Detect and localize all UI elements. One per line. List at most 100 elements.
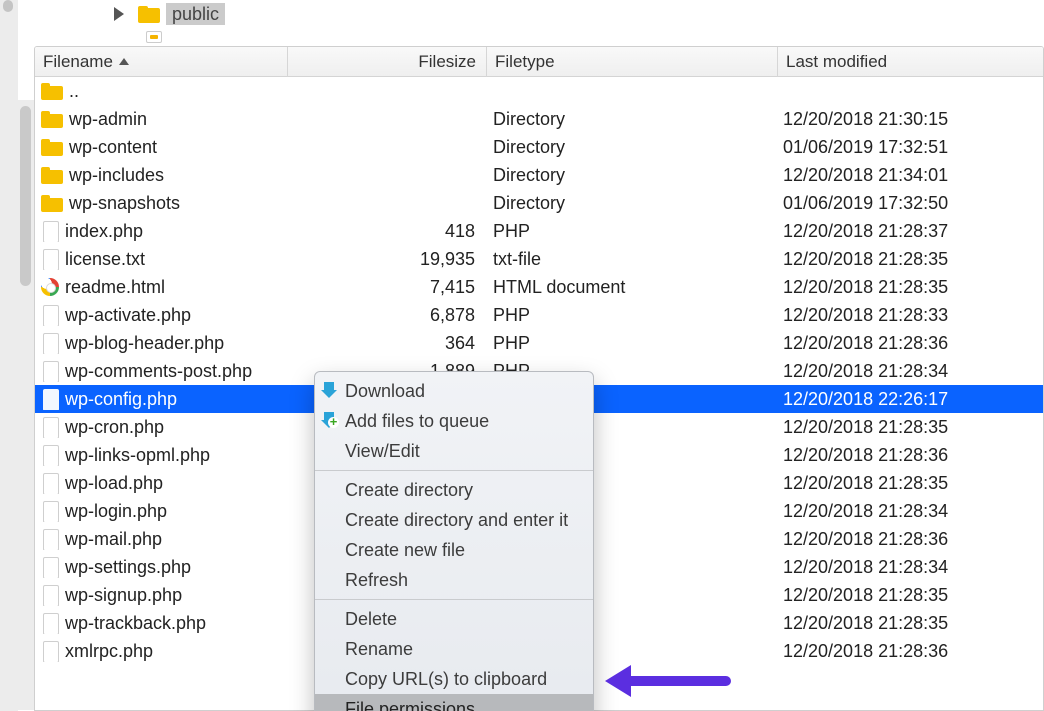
cell-filename: wp-mail.php bbox=[35, 528, 287, 550]
filename-text: wp-comments-post.php bbox=[65, 361, 252, 382]
cell-filesize: 364 bbox=[287, 333, 485, 354]
column-header-filetype[interactable]: Filetype bbox=[487, 52, 777, 72]
menu-item[interactable]: Download bbox=[315, 376, 593, 406]
cell-lastmodified: 12/20/2018 21:28:35 bbox=[775, 249, 1043, 270]
folder-icon bbox=[41, 111, 63, 128]
filename-text: wp-content bbox=[69, 137, 157, 158]
cell-filename: wp-blog-header.php bbox=[35, 332, 287, 354]
filename-text: wp-settings.php bbox=[65, 557, 191, 578]
column-label: Filename bbox=[43, 52, 113, 72]
scrollbar-thumb[interactable] bbox=[20, 106, 31, 286]
scrollbar-inner[interactable] bbox=[18, 100, 34, 710]
file-icon bbox=[41, 220, 59, 242]
cell-filename: wp-activate.php bbox=[35, 304, 287, 326]
menu-item[interactable]: Create directory bbox=[315, 475, 593, 505]
menu-group: Download Add files to queue View/Edit bbox=[315, 372, 593, 470]
menu-item-label: Delete bbox=[345, 609, 397, 629]
tree-node-public[interactable]: public bbox=[114, 2, 225, 26]
download-icon bbox=[321, 382, 337, 398]
table-row[interactable]: index.php418PHP12/20/2018 21:28:37 bbox=[35, 217, 1043, 245]
arrow-head-icon bbox=[605, 665, 631, 697]
cell-filetype: txt-file bbox=[485, 249, 775, 270]
column-header-filename[interactable]: Filename bbox=[35, 52, 287, 72]
cell-filename: wp-admin bbox=[35, 109, 287, 130]
cell-lastmodified: 12/20/2018 21:28:35 bbox=[775, 585, 1043, 606]
cell-filename: wp-config.php bbox=[35, 388, 287, 410]
filename-text: xmlrpc.php bbox=[65, 641, 153, 662]
table-row[interactable]: wp-includes Directory12/20/2018 21:34:01 bbox=[35, 161, 1043, 189]
filename-text: wp-snapshots bbox=[69, 193, 180, 214]
cell-filetype: Directory bbox=[485, 137, 775, 158]
cell-filename: wp-settings.php bbox=[35, 556, 287, 578]
scrollbar-outer[interactable] bbox=[0, 0, 18, 711]
cell-lastmodified: 12/20/2018 21:34:01 bbox=[775, 165, 1043, 186]
cell-lastmodified: 01/06/2019 17:32:51 bbox=[775, 137, 1043, 158]
cell-lastmodified: 12/20/2018 21:30:15 bbox=[775, 109, 1043, 130]
menu-item[interactable]: Refresh bbox=[315, 565, 593, 595]
file-icon bbox=[41, 612, 59, 634]
file-icon bbox=[41, 444, 59, 466]
menu-item-label: Refresh bbox=[345, 570, 408, 590]
expand-icon[interactable] bbox=[114, 7, 124, 21]
table-row[interactable]: wp-blog-header.php364PHP12/20/2018 21:28… bbox=[35, 329, 1043, 357]
filename-text: wp-blog-header.php bbox=[65, 333, 224, 354]
menu-item[interactable]: Create directory and enter it bbox=[315, 505, 593, 535]
column-header-filesize[interactable]: Filesize bbox=[288, 52, 486, 72]
menu-item-label: File permissions... bbox=[345, 699, 490, 711]
menu-item[interactable]: View/Edit bbox=[315, 436, 593, 466]
cell-filename: .. bbox=[35, 81, 287, 102]
table-row[interactable]: license.txt19,935txt-file12/20/2018 21:2… bbox=[35, 245, 1043, 273]
file-icon bbox=[41, 416, 59, 438]
filename-text: wp-load.php bbox=[65, 473, 163, 494]
menu-item-label: Create new file bbox=[345, 540, 465, 560]
tree-node-label: public bbox=[166, 3, 225, 25]
table-row[interactable]: wp-activate.php6,878PHP12/20/2018 21:28:… bbox=[35, 301, 1043, 329]
file-icon bbox=[146, 31, 162, 43]
column-header-row: Filename Filesize Filetype Last modified bbox=[35, 47, 1043, 77]
cell-lastmodified: 12/20/2018 21:28:33 bbox=[775, 305, 1043, 326]
folder-icon bbox=[41, 139, 63, 156]
menu-item[interactable]: File permissions... bbox=[315, 694, 593, 711]
cell-filesize: 418 bbox=[287, 221, 485, 242]
filename-text: license.txt bbox=[65, 249, 145, 270]
cell-filetype: Directory bbox=[485, 165, 775, 186]
menu-item[interactable]: Copy URL(s) to clipboard bbox=[315, 664, 593, 694]
cell-lastmodified: 12/20/2018 21:28:36 bbox=[775, 529, 1043, 550]
folder-icon bbox=[41, 195, 63, 212]
menu-item[interactable]: Delete bbox=[315, 604, 593, 634]
cell-lastmodified: 12/20/2018 21:28:35 bbox=[775, 417, 1043, 438]
cell-lastmodified: 12/20/2018 21:28:36 bbox=[775, 641, 1043, 662]
menu-item[interactable]: Add files to queue bbox=[315, 406, 593, 436]
sort-asc-icon bbox=[119, 58, 129, 65]
column-label: Filetype bbox=[495, 52, 555, 71]
menu-item[interactable]: Create new file bbox=[315, 535, 593, 565]
tree-node-child[interactable] bbox=[146, 28, 168, 46]
table-row[interactable]: wp-snapshotsDirectory01/06/2019 17:32:50 bbox=[35, 189, 1043, 217]
table-row[interactable]: readme.html7,415HTML document12/20/2018 … bbox=[35, 273, 1043, 301]
file-icon bbox=[41, 304, 59, 326]
cell-filename: wp-includes bbox=[35, 165, 287, 186]
folder-tree: public bbox=[34, 0, 1044, 46]
menu-item-label: View/Edit bbox=[345, 441, 420, 461]
table-row[interactable]: wp-content Directory01/06/2019 17:32:51 bbox=[35, 133, 1043, 161]
cell-filesize: 7,415 bbox=[287, 277, 485, 298]
folder-icon bbox=[138, 6, 160, 23]
cell-lastmodified: 12/20/2018 21:28:35 bbox=[775, 277, 1043, 298]
scrollbar-thumb[interactable] bbox=[3, 0, 13, 12]
column-header-lastmodified[interactable]: Last modified bbox=[778, 52, 1043, 72]
filename-text: wp-signup.php bbox=[65, 585, 182, 606]
cell-filetype: PHP bbox=[485, 221, 775, 242]
table-row[interactable]: .. bbox=[35, 77, 1043, 105]
menu-item-label: Rename bbox=[345, 639, 413, 659]
cell-filename: wp-links-opml.php bbox=[35, 444, 287, 466]
cell-filesize: 6,878 bbox=[287, 305, 485, 326]
menu-item[interactable]: Rename bbox=[315, 634, 593, 664]
cell-lastmodified: 12/20/2018 21:28:36 bbox=[775, 445, 1043, 466]
cell-filename: wp-snapshots bbox=[35, 193, 287, 214]
file-icon bbox=[41, 500, 59, 522]
arrow-shaft bbox=[631, 676, 731, 686]
table-row[interactable]: wp-adminDirectory12/20/2018 21:30:15 bbox=[35, 105, 1043, 133]
menu-item-label: Download bbox=[345, 381, 425, 401]
filename-text: wp-config.php bbox=[65, 389, 177, 410]
cell-filename: wp-login.php bbox=[35, 500, 287, 522]
